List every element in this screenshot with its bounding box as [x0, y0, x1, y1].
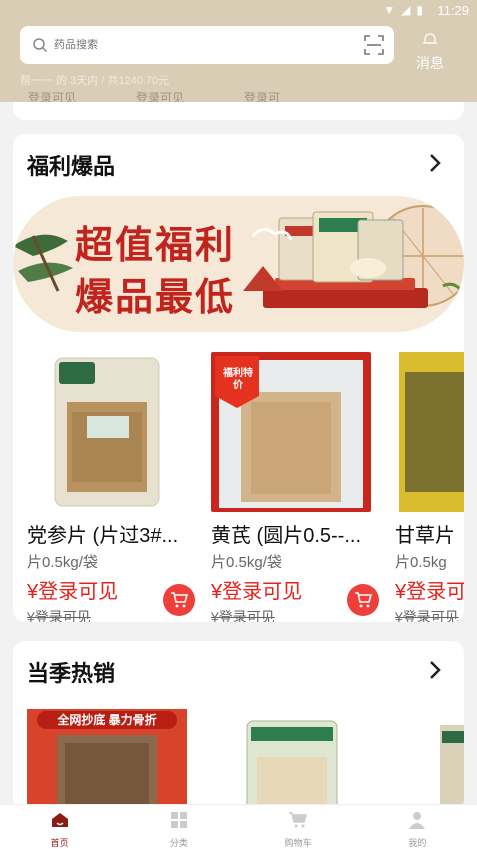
product-price: ¥登录可 — [395, 581, 464, 603]
tab-cart[interactable]: 购物车 — [239, 805, 358, 849]
product-original-price: ¥登录可见 — [27, 609, 91, 622]
status-icons: ▼ ◢ ▮ — [383, 3, 423, 17]
product-card[interactable]: 福利特价 黄芪 (圆片0.5--... 片0.5kg/袋 ¥登录可见 ¥登录可见 — [211, 352, 371, 622]
category-icon — [170, 812, 187, 828]
product-spec: 片0.5kg/袋 — [211, 554, 282, 571]
chevron-right-icon[interactable] — [428, 659, 442, 681]
product-image[interactable]: 福利特价 — [211, 352, 371, 512]
cart-icon — [171, 592, 188, 608]
hot-product-art — [440, 725, 464, 811]
product-image-art — [395, 352, 464, 512]
tab-home[interactable]: 首页 — [0, 805, 119, 849]
chevron-right-icon[interactable] — [428, 152, 442, 174]
hot-product-art — [57, 735, 157, 811]
product-card[interactable]: 党参片 (片过3#... 片0.5kg/袋 ¥登录可见 ¥登录可见 — [27, 352, 187, 622]
product-card[interactable]: 甘草片 片0.5kg ¥登录可 ¥登录可见 — [395, 352, 464, 622]
product-original-price: ¥登录可见 — [395, 609, 459, 622]
bell-icon — [423, 33, 437, 44]
section-welfare-deals: 福利爆品 超值福利 爆品最低 党参片 (片过3#... 片0.5kg/袋 ¥登录… — [13, 134, 464, 622]
tab-label: 我的 — [408, 838, 427, 848]
hot-product-image[interactable] — [227, 717, 357, 811]
search-bar[interactable] — [20, 26, 394, 64]
user-icon — [409, 812, 426, 829]
product-carousel[interactable]: 党参片 (片过3#... 片0.5kg/袋 ¥登录可见 ¥登录可见 福利特价 黄… — [27, 352, 464, 622]
hot-product-carousel[interactable]: 全网抄底 暴力骨折 — [27, 709, 464, 811]
add-to-cart-button[interactable] — [347, 584, 379, 616]
header-ghost-text: 帮一一 的 3天内 / 共1240.70元 — [20, 75, 170, 87]
cart-icon — [289, 812, 308, 828]
product-spec: 片0.5kg — [395, 554, 447, 571]
product-spec: 片0.5kg/袋 — [27, 554, 98, 571]
previous-card-remnant — [13, 102, 464, 120]
search-icon — [33, 38, 48, 53]
section-seasonal-hot: 当季热销 全网抄底 暴力骨折 — [13, 641, 464, 811]
home-icon — [51, 813, 68, 827]
search-input[interactable] — [54, 39, 334, 51]
hot-product-image[interactable]: 全网抄底 暴力骨折 — [27, 709, 187, 811]
app-header: ▼ ◢ ▮ 11:29 帮一一 的 3天内 / 共1240.70元 登录可见 登… — [0, 0, 477, 105]
tab-category[interactable]: 分类 — [119, 805, 238, 849]
section-title: 当季热销 — [27, 661, 116, 686]
message-button[interactable]: 消息 — [410, 32, 450, 73]
battery-icon: ▮ — [416, 3, 423, 17]
product-image[interactable] — [27, 352, 187, 512]
scan-icon[interactable] — [364, 35, 384, 55]
tab-label: 购物车 — [284, 838, 312, 848]
message-label: 消息 — [416, 55, 444, 71]
banner-title-line2: 爆品最低 — [75, 275, 236, 319]
add-to-cart-button[interactable] — [163, 584, 195, 616]
status-time: 11:29 — [437, 3, 469, 18]
cart-icon — [355, 592, 372, 608]
section-title: 福利爆品 — [27, 154, 116, 179]
product-name: 甘草片 — [395, 525, 455, 547]
banner-title-line1: 超值福利 — [75, 223, 236, 267]
signal-icon: ◢ — [401, 3, 411, 17]
product-image[interactable] — [395, 352, 464, 512]
promo-banner[interactable]: 超值福利 爆品最低 — [13, 196, 464, 332]
bottom-tab-bar: 首页 分类 购物车 我的 — [0, 804, 477, 849]
product-original-price: ¥登录可见 — [211, 609, 275, 622]
tab-label: 分类 — [169, 838, 188, 848]
wifi-icon: ▼ — [383, 3, 396, 17]
product-name: 黄芪 (圆片0.5--... — [211, 525, 362, 547]
tab-label: 首页 — [50, 838, 69, 848]
product-name: 党参片 (片过3#... — [27, 525, 179, 547]
product-image-art — [27, 352, 187, 512]
tab-profile[interactable]: 我的 — [358, 805, 477, 849]
hot-product-art — [246, 720, 338, 811]
product-badge: 福利特价 — [223, 368, 253, 391]
status-bar: ▼ ◢ ▮ 11:29 — [0, 0, 477, 22]
hot-product-image[interactable] — [432, 717, 464, 811]
